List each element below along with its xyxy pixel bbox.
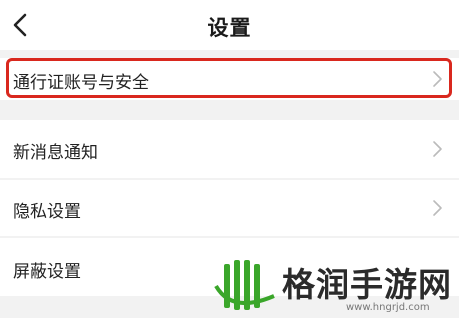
watermark: 格润手游网 www.hngrjd.com [210,252,459,318]
watermark-brand: 格润手游网 [282,265,452,304]
watermark-url: www.hngrjd.com [346,302,430,313]
brand-logo-icon [214,260,275,310]
settings-item-label: 屏蔽设置 [13,262,81,282]
top-nav-bar: 设置 [0,0,459,50]
settings-item-label: 隐私设置 [13,202,81,222]
settings-item-label: 新消息通知 [13,143,98,163]
settings-item-new-message-notification[interactable]: 新消息通知 [0,120,459,178]
settings-item-privacy[interactable]: 隐私设置 [0,180,459,236]
chevron-right-icon [433,141,442,157]
chevron-right-icon [433,200,442,216]
page-title: 设置 [207,16,252,40]
highlight-box [6,58,452,98]
